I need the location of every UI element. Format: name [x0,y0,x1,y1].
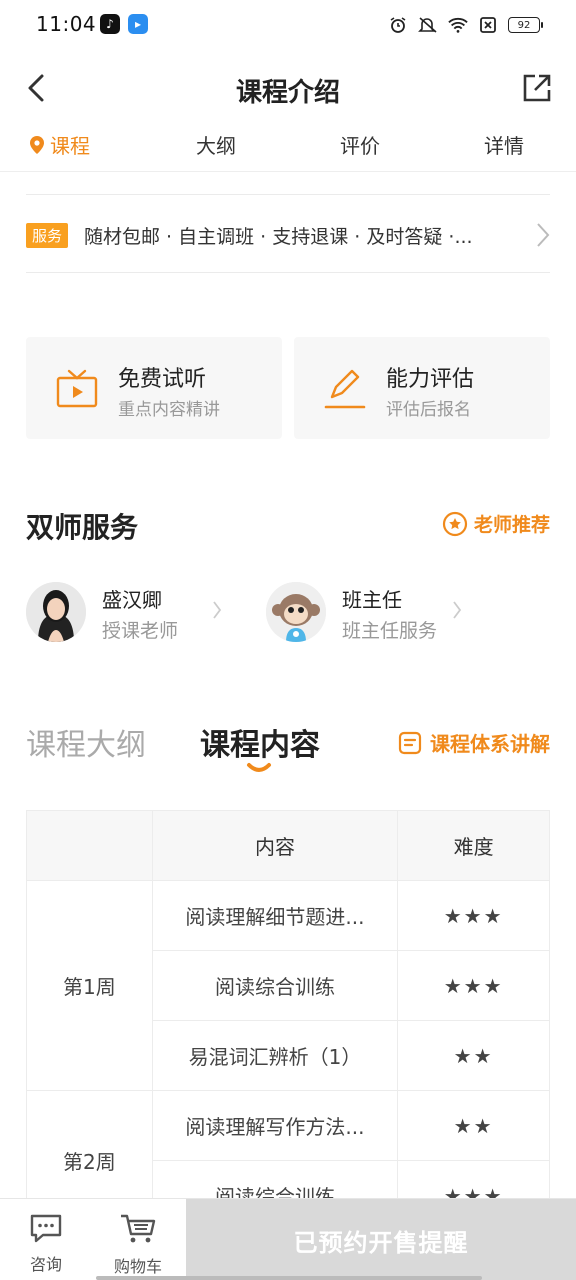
document-icon [398,731,422,754]
no-sim-icon [478,15,498,35]
dual-teacher-title: 双师服务 [26,511,139,544]
avatar [26,582,86,642]
difficulty-stars: ★★ [397,1090,550,1161]
chevron-right-icon [537,223,550,247]
app-notification-icon: ▸ [128,14,148,34]
service-text: 随材包邮 · 自主调班 · 支持退课 · 及时答疑 ·... [84,225,473,248]
feature-title: 免费试听 [118,367,207,392]
feature-title: 能力评估 [386,367,475,392]
divider [26,272,550,273]
system-link-label: 课程体系讲解 [430,732,550,756]
avatar [266,582,326,642]
header-week [26,810,153,881]
difficulty-stars: ★★ [397,1020,550,1091]
table-row: 第1周 阅读理解细节题进... ★★★ [26,880,550,1091]
tab-outline-label: 大纲 [196,134,236,158]
teacher-card[interactable]: 盛汉卿 授课老师 [26,582,246,644]
tab-details[interactable]: 详情 [484,130,524,159]
service-row[interactable]: 服务 随材包邮 · 自主调班 · 支持退课 · 及时答疑 ·... [26,212,550,258]
difficulty-stars: ★★★ [397,880,550,951]
tab-course-outline[interactable]: 课程大纲 [26,720,146,764]
cart-label: 购物车 [113,1257,162,1276]
table-row: 第2周 阅读理解写作方法... ★★ [26,1090,550,1231]
tab-details-label: 详情 [484,134,524,158]
battery-icon: 92 [508,17,543,33]
free-trial-card[interactable]: 免费试听 重点内容精讲 [26,337,282,439]
cart-button[interactable]: 购物车 [98,1213,178,1277]
difficulty-stars: ★★★ [397,950,550,1021]
sale-reminder-button[interactable]: 已预约开售提醒 [186,1199,576,1280]
teacher-role: 班主任服务 [342,620,438,642]
course-content-table: 内容 难度 第1周 阅读理解细节题进... ★★★ 阅读综合训练 ★★★ 易混词… [26,810,550,1231]
top-nav: 课程介绍 [0,58,576,118]
chat-icon [30,1214,62,1243]
consult-button[interactable]: 咨询 [6,1213,86,1275]
teacher-card[interactable]: 班主任 班主任服务 [266,582,486,644]
chevron-right-icon [213,601,222,619]
bottom-action-bar: 咨询 购物车 已预约开售提醒 [0,1198,576,1280]
tab-reviews[interactable]: 评价 [340,130,380,159]
teacher-name: 盛汉卿 [102,588,162,612]
table-header-row: 内容 难度 [26,810,550,881]
section-tabs: 课程 大纲 评价 详情 [0,126,576,172]
content-cell: 阅读理解细节题进... [151,880,399,951]
cart-icon [121,1214,156,1243]
tiktok-app-icon: ♪ [100,14,120,34]
teacher-role: 授课老师 [102,620,179,642]
divider [26,194,550,195]
consult-label: 咨询 [29,1255,62,1274]
chevron-right-icon [453,601,462,619]
recommend-label: 老师推荐 [473,514,550,536]
tv-play-icon [56,369,98,408]
status-icons: 92 [388,12,543,38]
home-indicator [96,1276,482,1280]
teacher-recommend-button[interactable]: 老师推荐 [442,510,550,537]
mute-icon [418,15,438,35]
status-bar: 11:04 ♪ ▸ 92 [0,0,576,52]
alarm-icon [388,15,408,35]
wifi-icon [448,15,468,35]
status-time: 11:04 [36,12,97,36]
star-circle-icon [442,511,468,536]
course-system-link[interactable]: 课程体系讲解 [398,728,550,757]
share-icon [523,74,551,102]
content-cell: 阅读综合训练 [151,950,399,1021]
tab-course-label: 课程 [50,134,90,158]
content-cell: 易混词汇辨析（1） [151,1020,399,1091]
tab-reviews-label: 评价 [340,134,380,158]
share-button[interactable] [518,68,556,108]
tab-outline[interactable]: 大纲 [196,130,236,159]
feature-subtitle: 评估后报名 [386,400,471,420]
pencil-icon [324,369,366,409]
location-pin-icon [30,135,44,154]
content-cell: 阅读理解写作方法... [151,1090,399,1161]
page-title: 课程介绍 [235,78,340,108]
feature-subtitle: 重点内容精讲 [118,400,220,420]
tab-course-content[interactable]: 课程内容 [200,720,320,764]
header-difficulty: 难度 [397,810,550,881]
teacher-name: 班主任 [342,588,402,612]
service-badge: 服务 [26,222,69,248]
week-cell: 第1周 [26,880,153,1091]
ability-assessment-card[interactable]: 能力评估 评估后报名 [294,337,550,439]
tab-course[interactable]: 课程 [30,130,90,159]
header-content: 内容 [151,810,399,881]
active-tab-indicator [247,763,271,772]
